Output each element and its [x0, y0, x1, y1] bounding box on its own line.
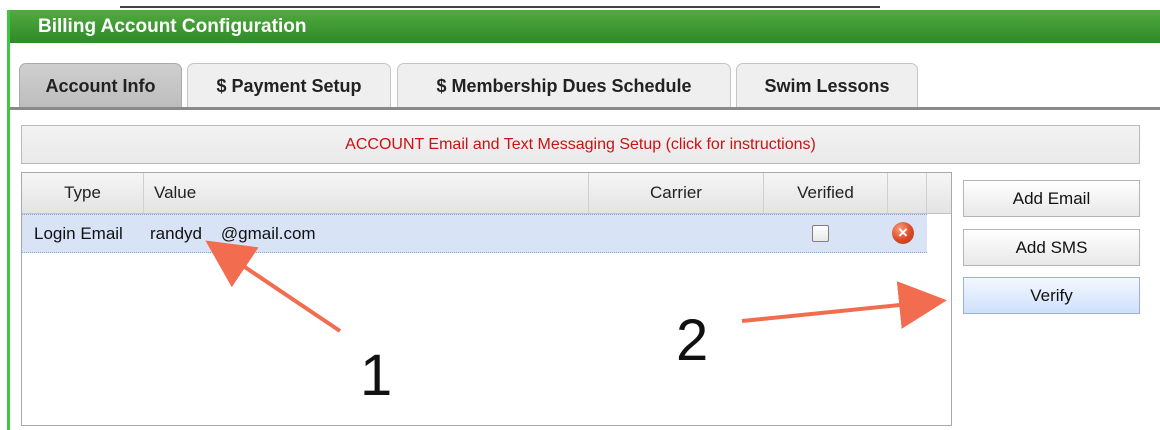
- annotation-label-1: 1: [360, 343, 392, 408]
- annotation-arrow-1: [205, 240, 342, 333]
- annotation-layer: 1 2: [205, 240, 947, 408]
- annotation-label-2: 2: [676, 308, 708, 373]
- annotation-arrow-2: [741, 281, 947, 329]
